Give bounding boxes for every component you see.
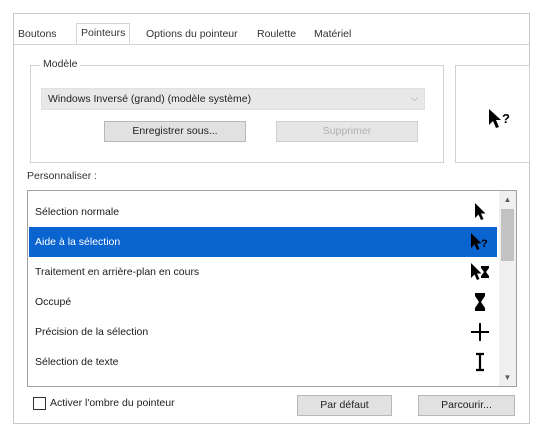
tab-roulette[interactable]: Roulette — [253, 26, 300, 43]
precision-crosshair-cursor-icon — [471, 323, 489, 341]
scheme-group — [30, 65, 444, 163]
customize-label: Personnaliser : — [27, 170, 98, 182]
busy-hourglass-cursor-icon — [475, 293, 485, 311]
chevron-down-icon: ⌵ — [411, 93, 418, 103]
text-beam-cursor-icon — [476, 352, 484, 372]
save-as-button[interactable]: Enregistrer sous... — [104, 121, 246, 142]
working-background-cursor-icon — [471, 263, 489, 280]
list-scrollbar[interactable]: ▲ ▼ — [499, 191, 516, 386]
svg-text:?: ? — [481, 238, 488, 250]
list-item[interactable]: Sélection normale — [29, 197, 497, 227]
list-item[interactable]: Traitement en arrière-plan en cours — [29, 257, 497, 287]
tab-options-du-pointeur[interactable]: Options du pointeur — [142, 26, 242, 43]
list-item-label: Précision de la sélection — [35, 326, 149, 338]
svg-text:?: ? — [502, 111, 510, 126]
scroll-up-icon[interactable]: ▲ — [499, 191, 516, 208]
cursor-list[interactable]: Sélection normale Aide à la sélection ? … — [27, 190, 517, 387]
scroll-down-icon[interactable]: ▼ — [499, 369, 516, 386]
browse-button[interactable]: Parcourir... — [418, 395, 515, 416]
list-item[interactable]: Occupé — [29, 287, 497, 317]
list-item-label: Occupé — [35, 296, 72, 308]
list-item[interactable]: Sélection de texte — [29, 347, 497, 377]
scrollbar-thumb[interactable] — [501, 209, 514, 261]
tab-boutons[interactable]: Boutons — [14, 26, 61, 43]
list-item-label: Aide à la sélection — [35, 236, 121, 248]
use-default-button[interactable]: Par défaut — [297, 395, 392, 416]
scheme-group-label: Modèle — [40, 58, 81, 70]
scheme-dropdown-value: Windows Inversé (grand) (modèle système) — [48, 93, 252, 105]
shadow-checkbox[interactable] — [33, 397, 46, 410]
help-select-cursor-icon: ? — [489, 109, 510, 128]
tab-pointeurs[interactable]: Pointeurs — [76, 23, 131, 44]
help-select-cursor-icon: ? — [471, 233, 488, 250]
list-item-label: Sélection normale — [35, 206, 120, 218]
cursor-preview: ? — [455, 65, 530, 163]
arrow-cursor-icon — [475, 203, 486, 220]
list-item-label: Traitement en arrière-plan en cours — [35, 266, 200, 278]
list-item-selected[interactable]: Aide à la sélection ? — [29, 227, 497, 257]
list-item-label: Sélection de texte — [35, 356, 119, 368]
delete-button[interactable]: Supprimer — [276, 121, 418, 142]
tab-materiel[interactable]: Matériel — [310, 26, 355, 43]
shadow-checkbox-label: Activer l'ombre du pointeur — [50, 397, 175, 409]
tab-bar: Boutons Pointeurs Options du pointeur Ro… — [14, 22, 529, 45]
list-item[interactable]: Précision de la sélection — [29, 317, 497, 347]
scheme-dropdown[interactable]: Windows Inversé (grand) (modèle système)… — [41, 88, 425, 110]
